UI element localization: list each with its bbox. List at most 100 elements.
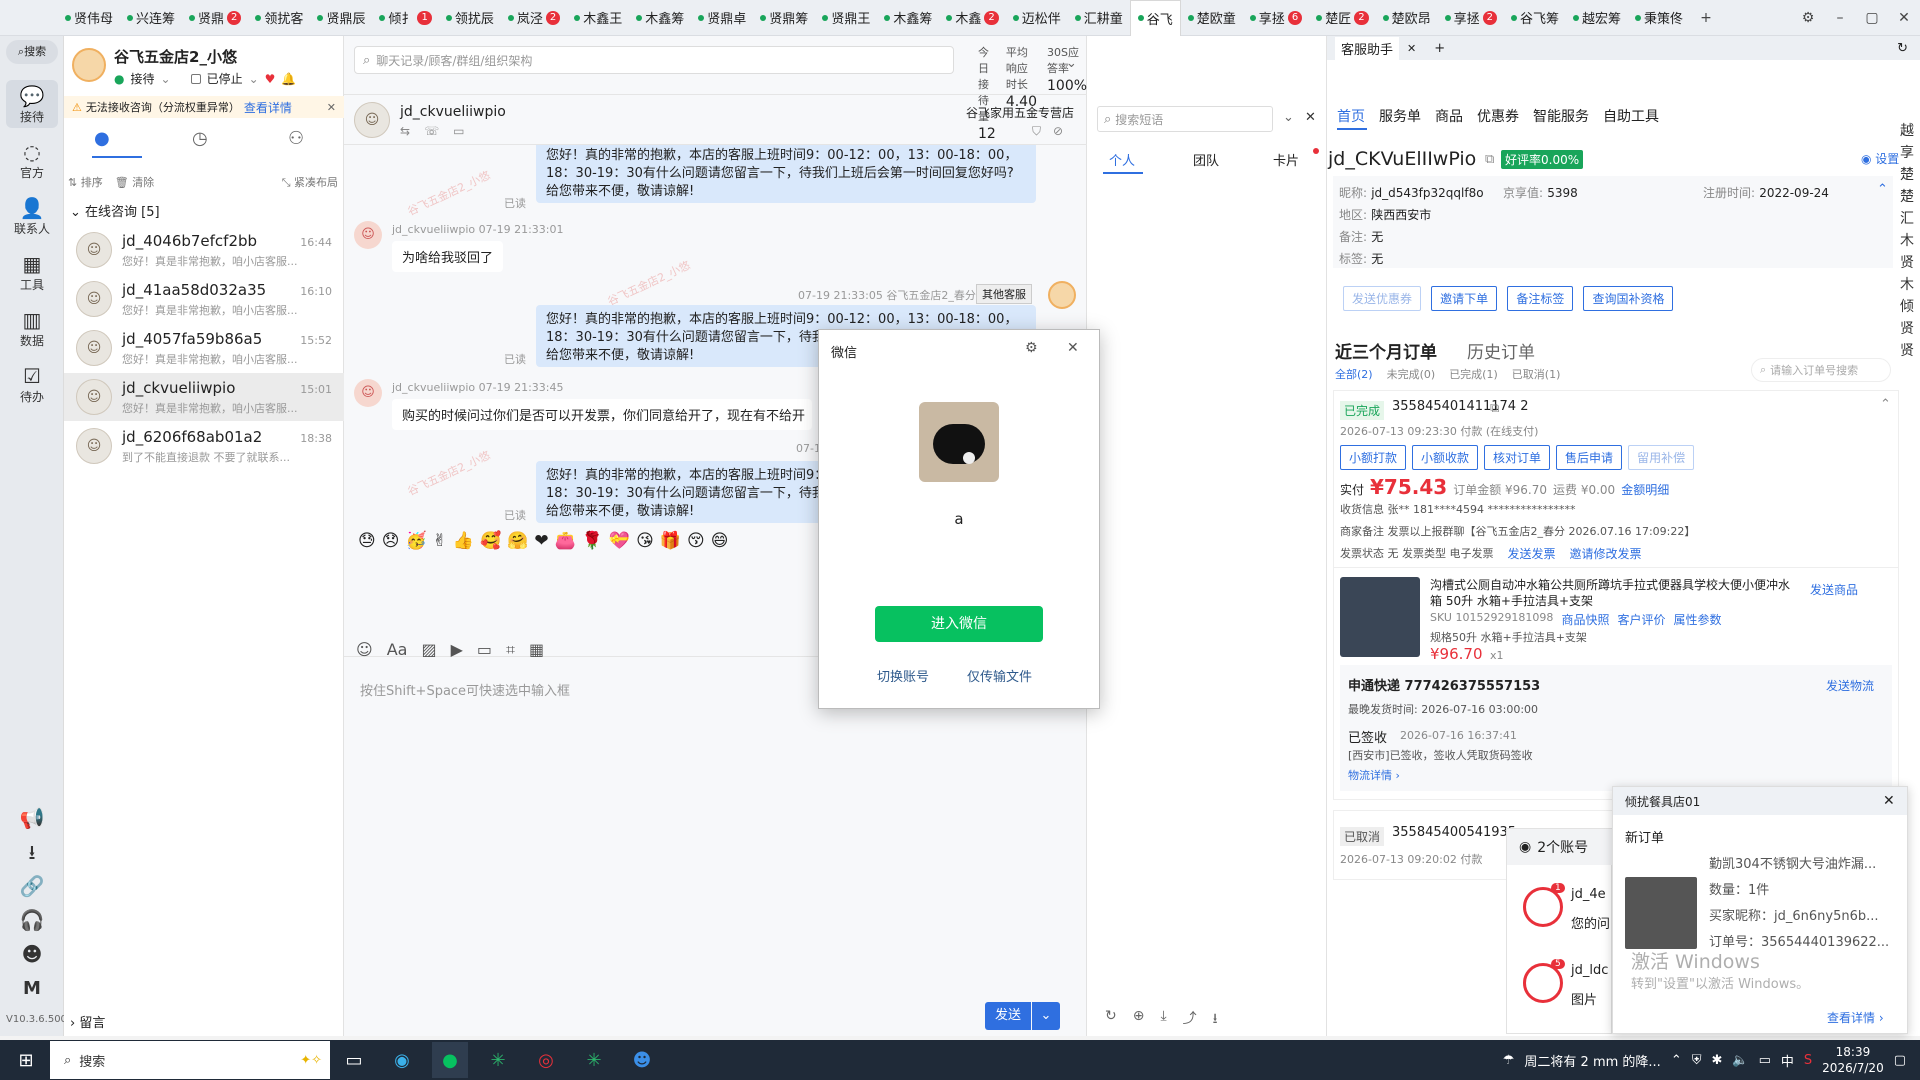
clock-tab-icon[interactable]: ◷ [192,128,208,149]
order-action-button[interactable]: 核对订单 [1484,445,1551,470]
robot-icon[interactable]: ☻ [6,942,58,966]
product-image[interactable] [1340,577,1420,657]
tab-1[interactable]: 兴连筹 [120,0,182,36]
order-action-button[interactable]: 小额收款 [1412,445,1479,470]
tab-5[interactable]: 倾扌 1 [372,0,438,36]
reception-status[interactable]: 接待 [130,70,154,87]
add-tab-icon[interactable]: + [1434,41,1445,56]
ime-indicator[interactable]: 中 [1781,1051,1794,1070]
rail-item-tools[interactable]: ▦ 工具 [6,248,58,296]
tab-0[interactable]: 贤伟母 [58,0,120,36]
account-name[interactable]: jd_ldc [1571,963,1608,978]
rail-item-data[interactable]: ▥ 数据 [6,304,58,352]
chevron-down-icon[interactable]: ⌄ [1283,110,1294,125]
group-tab-icon[interactable]: ⚇ [288,128,304,149]
maximize-icon[interactable]: ▢ [1856,10,1888,26]
taskbar-search[interactable]: ⌕ 搜索 ✦✧ [50,1041,330,1079]
tab-personal[interactable]: 个人 [1109,150,1135,169]
remark-tag-button[interactable]: 备注标签 [1507,286,1574,311]
tab-recent-orders[interactable]: 近三个月订单 [1335,338,1437,363]
chevron-up-icon[interactable]: ⌃ [1671,1053,1682,1068]
tab-12[interactable]: 贤鼎王 [815,0,877,36]
rail-item-todo[interactable]: ☑ 待办 [6,360,58,408]
online-consult-section[interactable]: ⌄ 在线咨询 [5] [70,201,160,220]
windows-start-icon[interactable]: ⊞ [8,1042,44,1078]
close-icon[interactable]: ✕ [1305,110,1316,125]
close-icon[interactable]: ✕ [1883,793,1895,809]
tab-card[interactable]: 卡片 [1273,150,1299,169]
send-coupon-button[interactable]: 发送优惠券 [1343,286,1422,311]
clear-button[interactable]: 🗑 清除 [115,174,154,190]
task-view-icon[interactable]: ▭ [336,1042,372,1078]
transfer-icon[interactable]: ⇆ [400,124,410,138]
leave-message-section[interactable]: › 留言 [70,1012,105,1031]
table-icon[interactable]: ▦ [529,640,544,660]
weather-text[interactable]: 周二将有 2 mm 的降... [1524,1051,1660,1070]
jd-chat-icon[interactable]: ☻ [624,1042,660,1078]
tab-4[interactable]: 贤鼎辰 [310,0,372,36]
tab-7[interactable]: 岚泾 2 [501,0,567,36]
contact-item[interactable]: ☺ jd_ckvueliiwpio 您好！真是非常抱歉，咱小店客服... 15:01 [64,373,344,421]
bell-icon[interactable]: 🔔 [281,72,296,86]
import-icon[interactable]: ⤓ [1160,1008,1166,1032]
notice-detail-link[interactable]: 查看详情 [244,99,292,116]
chat-bubble-tab-icon[interactable]: ● [94,128,110,149]
volume-icon[interactable]: 🔈 [1732,1053,1748,1068]
amount-detail-link[interactable]: 金额明细 [1621,481,1669,498]
rail-search-button[interactable]: ⌕搜索 [6,40,58,64]
heart-icon[interactable]: ♥ [265,72,276,86]
logistics-detail-link[interactable]: 物流详情 › [1348,767,1400,783]
megaphone-icon[interactable]: 📢 [6,806,58,830]
attributes-link[interactable]: 属性参数 [1673,611,1721,628]
rail-item-contacts[interactable]: 👤 联系人 [6,192,58,240]
send-logistics-link[interactable]: 发送物流 [1826,677,1874,694]
bookmark-icon[interactable]: ⛉ [1032,124,1041,139]
order-filter-3[interactable]: 已取消(1) [1512,366,1561,382]
account-name[interactable]: jd_4e [1571,887,1606,902]
refresh-icon[interactable]: ↻ [1897,41,1908,56]
rail-item-official[interactable]: ◌ 官方 [6,136,58,184]
close-icon[interactable]: ✕ [1888,10,1920,26]
app-red-icon[interactable]: ◎ [528,1042,564,1078]
note-icon[interactable]: ▭ [453,124,464,138]
helper-tab-2[interactable]: 商品 [1435,106,1463,126]
phrase-search-input[interactable]: ⌕ 搜索短语 [1097,106,1273,132]
copy-icon[interactable]: ⧉ [1490,401,1499,416]
chat-search-box[interactable]: ⌕ 聊天记录/顾客/群组/组织架构 [354,46,954,74]
headset-icon[interactable]: 🎧 [6,908,58,932]
tab-6[interactable]: 领扰辰 [439,0,501,36]
tab-8[interactable]: 木鑫王 [567,0,629,36]
order-filter-2[interactable]: 已完成(1) [1449,366,1498,382]
gear-icon[interactable]: ⚙ [1025,340,1038,356]
block-icon[interactable]: ⊘ [1053,124,1063,139]
tab-14[interactable]: 木鑫 2 [939,0,1005,36]
close-icon[interactable]: ✕ [1407,42,1416,55]
download-icon[interactable]: ⭳ [6,840,58,864]
app-star-icon[interactable]: ✳ [576,1042,612,1078]
chevron-up-icon[interactable]: ⌃ [1880,397,1891,412]
enter-wechat-button[interactable]: 进入微信 [875,606,1043,642]
contact-item[interactable]: ☺ jd_4046b7efcf2bb 您好！真是非常抱歉，咱小店客服... 16:44 [64,226,344,274]
export-icon[interactable]: ⤴ [1183,1008,1197,1032]
tab-team[interactable]: 团队 [1193,150,1219,169]
stop-status[interactable]: 已停止 [207,70,243,87]
copy-icon[interactable]: ⧉ [1485,152,1494,167]
notification-center-icon[interactable]: ▢ [1894,1053,1906,1068]
tab-16[interactable]: 汇耕童 [1068,0,1130,36]
view-detail-link[interactable]: 查看详情 › [1827,1009,1884,1026]
add-tab-icon[interactable]: + [1690,10,1722,26]
tab-17[interactable]: 谷飞 [1129,0,1181,36]
sogou-icon[interactable]: S [1804,1053,1812,1068]
tab-2[interactable]: 贤鼎 2 [182,0,248,36]
helper-tab-1[interactable]: 服务单 [1379,106,1421,126]
order-search-input[interactable]: ⌕ 请输入订单号搜索 [1751,358,1891,382]
gear-icon[interactable]: ⚙ [1792,10,1824,26]
invite-invoice-change-link[interactable]: 邀请修改发票 [1570,545,1642,562]
tab-24[interactable]: 越宏筹 [1566,0,1628,36]
tab-9[interactable]: 木鑫筹 [629,0,691,36]
wechat-icon[interactable]: ● [432,1042,468,1078]
app-star-icon[interactable]: ✳ [480,1042,516,1078]
send-options-chevron-icon[interactable]: ⌄ [1032,1002,1060,1030]
tab-3[interactable]: 领扰客 [248,0,310,36]
link-icon[interactable]: 🔗 [6,874,58,898]
